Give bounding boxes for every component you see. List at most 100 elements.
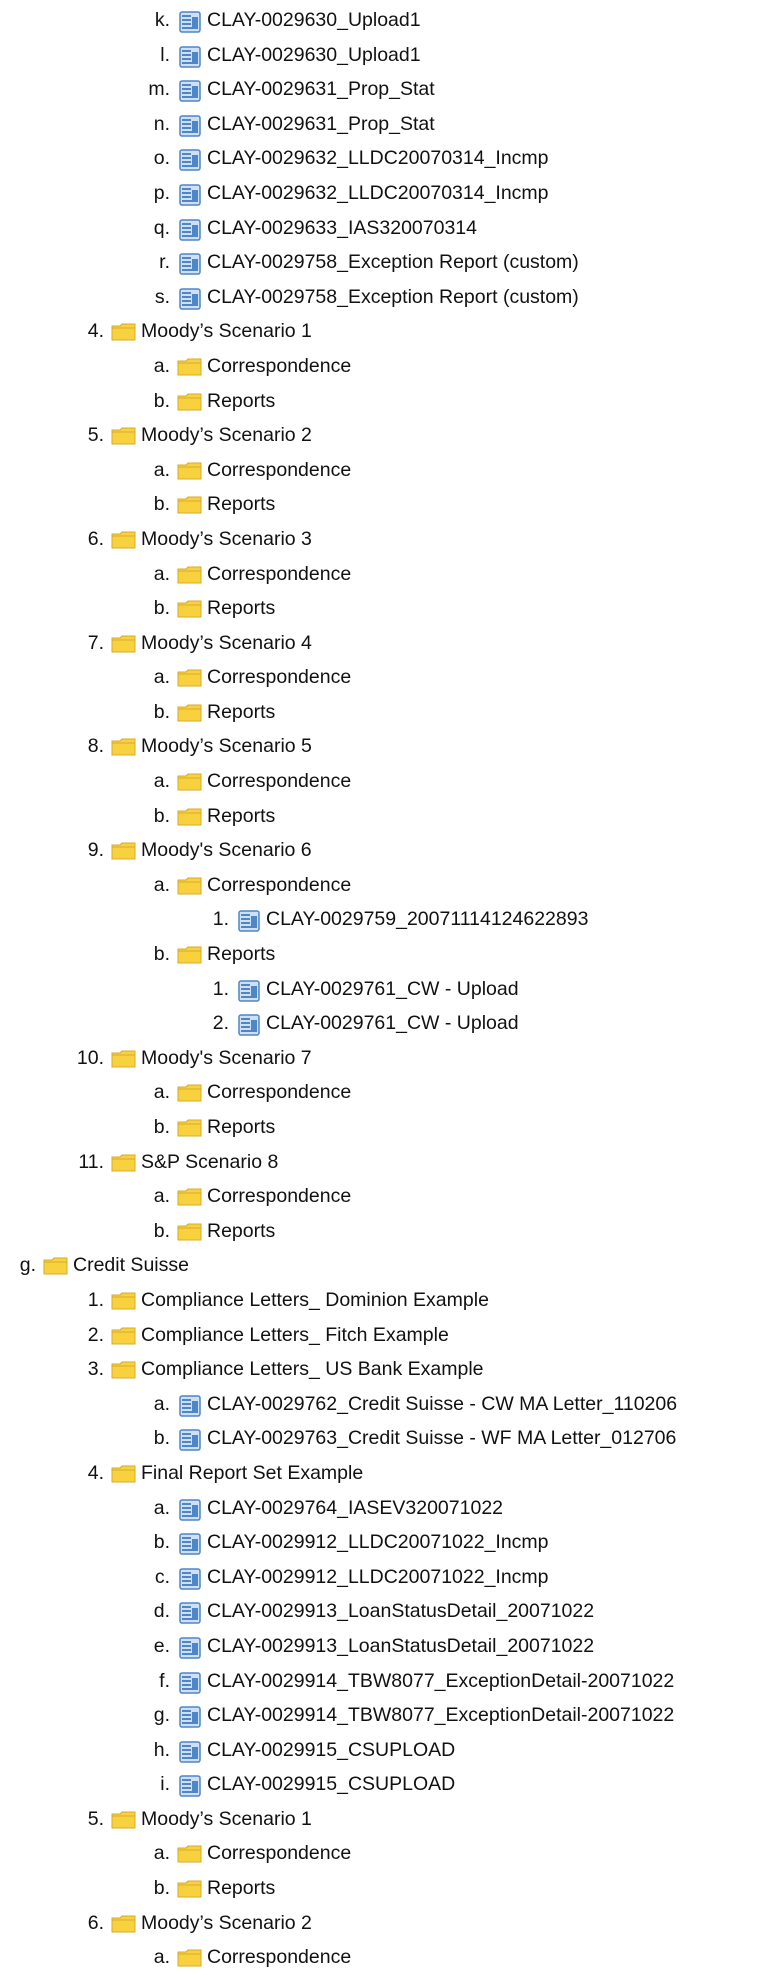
folder-item[interactable]: a. Correspondence [0, 764, 769, 799]
folder-icon [111, 426, 137, 448]
folder-item[interactable]: b. Reports [0, 1110, 769, 1145]
folder-item[interactable]: 8. Moody’s Scenario 5 [0, 729, 769, 764]
folder-item[interactable]: b. Reports [0, 384, 769, 419]
folder-item[interactable]: a. Correspondence [0, 1836, 769, 1871]
list-marker: b. [153, 597, 170, 620]
folder-item[interactable]: 6. Moody’s Scenario 3 [0, 522, 769, 557]
item-label: CLAY-0029631_Prop_Stat [207, 78, 435, 101]
item-label: CLAY-0029632_LLDC20070314_Incmp [207, 181, 549, 204]
folder-item[interactable]: a. Correspondence [0, 349, 769, 384]
folder-icon [111, 1360, 137, 1382]
item-label: Compliance Letters_ US Bank Example [141, 1358, 484, 1381]
document-item[interactable]: b. CLAY-0029763_Credit Suisse - WF MA Let… [0, 1421, 769, 1456]
folder-item[interactable]: b. Reports [0, 487, 769, 522]
item-label: CLAY-0029761_CW - Upload [266, 1012, 519, 1035]
document-icon [177, 288, 203, 310]
folder-item[interactable]: 7. Moody’s Scenario 4 [0, 626, 769, 661]
document-icon [236, 910, 262, 933]
folder-item[interactable]: 5. Moody’s Scenario 2 [0, 418, 769, 453]
folder-item[interactable]: a. Correspondence [0, 660, 769, 695]
document-item[interactable]: f. CLAY-0029914_TBW8077_ExceptionDetail-2… [0, 1664, 769, 1699]
folder-icon [111, 1049, 137, 1071]
folder-item[interactable]: 11. S&P Scenario 8 [0, 1145, 769, 1180]
folder-item[interactable]: 5. Moody’s Scenario 1 [0, 1802, 769, 1837]
list-marker: f. [159, 1669, 170, 1692]
item-label: Correspondence [207, 1081, 352, 1104]
folder-icon [177, 945, 203, 967]
item-label: Credit Suisse [73, 1254, 189, 1277]
list-marker: 2. [87, 1323, 104, 1346]
list-marker: a. [153, 1946, 170, 1969]
document-item[interactable]: 1. CLAY-0029759_20071114124622893 [0, 902, 769, 937]
folder-item[interactable]: 2. Compliance Letters_ Fitch Example [0, 1318, 769, 1353]
document-icon [236, 1014, 262, 1036]
item-label: CLAY-0029764_IASEV320071022 [207, 1496, 504, 1519]
list-marker: 2. [212, 1012, 229, 1035]
folder-item[interactable]: 3. Compliance Letters_ US Bank Example [0, 1352, 769, 1387]
document-item[interactable]: i. CLAY-0029915_CSUPLOAD [0, 1767, 769, 1802]
document-item[interactable]: l. CLAY-0029630_Upload1 [0, 38, 769, 73]
item-label: Moody’s Scenario 1 [141, 320, 312, 343]
folder-item[interactable]: 9. Moody's Scenario 6 [0, 833, 769, 868]
document-item[interactable]: c. CLAY-0029912_LLDC20071022_Incmp [0, 1560, 769, 1595]
list-marker: o. [153, 147, 170, 170]
folder-item[interactable]: 4. Moody’s Scenario 1 [0, 314, 769, 349]
document-item[interactable]: r. CLAY-0029758_Exception Report (custom) [0, 245, 769, 280]
folder-item[interactable]: b. Reports [0, 799, 769, 834]
folder-item[interactable]: a. Correspondence [0, 557, 769, 592]
item-label: Moody’s Scenario 5 [141, 735, 312, 758]
list-marker: 5. [87, 424, 104, 447]
document-item[interactable]: e. CLAY-0029913_LoanStatusDetail_20071022 [0, 1629, 769, 1664]
list-marker: n. [153, 112, 170, 135]
document-item[interactable]: b. CLAY-0029912_LLDC20071022_Incmp [0, 1525, 769, 1560]
folder-item[interactable]: b. Reports [0, 591, 769, 626]
folder-icon [177, 357, 203, 379]
folder-item[interactable]: g. Credit Suisse [0, 1248, 769, 1283]
folder-item[interactable]: 6. Moody’s Scenario 2 [0, 1906, 769, 1941]
item-label: CLAY-0029915_CSUPLOAD [207, 1738, 456, 1761]
document-icon [177, 1567, 203, 1590]
item-label: Final Report Set Example [141, 1461, 364, 1484]
document-item[interactable]: m. CLAY-0029631_Prop_Stat [0, 72, 769, 107]
document-item[interactable]: k. CLAY-0029630_Upload1 [0, 3, 769, 38]
folder-icon [177, 461, 203, 483]
folder-item[interactable]: a. Correspondence [0, 868, 769, 903]
item-label: Reports [207, 493, 276, 516]
folder-icon [111, 737, 137, 759]
document-item[interactable]: 2. CLAY-0029761_CW - Upload [0, 1006, 769, 1041]
document-item[interactable]: d. CLAY-0029913_LoanStatusDetail_20071022 [0, 1594, 769, 1629]
folder-item[interactable]: 10. Moody's Scenario 7 [0, 1041, 769, 1076]
document-item[interactable]: p. CLAY-0029632_LLDC20070314_Incmp [0, 176, 769, 211]
folder-item[interactable]: b. Reports [0, 937, 769, 972]
list-marker: l. [160, 43, 170, 66]
item-label: Correspondence [207, 770, 352, 793]
document-item[interactable]: h. CLAY-0029915_CSUPLOAD [0, 1733, 769, 1768]
document-item[interactable]: s. CLAY-0029758_Exception Report (custom) [0, 280, 769, 315]
folder-item[interactable]: a. Correspondence [0, 1075, 769, 1110]
document-icon [177, 1395, 203, 1417]
document-item[interactable]: n. CLAY-0029631_Prop_Stat [0, 107, 769, 142]
folder-item[interactable]: 4. Final Report Set Example [0, 1456, 769, 1491]
folder-item[interactable]: a. Correspondence [0, 1940, 769, 1975]
folder-item[interactable]: a. Correspondence [0, 453, 769, 488]
document-item[interactable]: a. CLAY-0029764_IASEV320071022 [0, 1491, 769, 1526]
list-marker: 1. [212, 977, 229, 1000]
folder-icon [111, 1291, 137, 1313]
folder-icon [177, 668, 203, 690]
document-icon [177, 11, 203, 33]
document-item[interactable]: a. CLAY-0029762_Credit Suisse - CW MA Let… [0, 1387, 769, 1422]
document-item[interactable]: 1. CLAY-0029761_CW - Upload [0, 972, 769, 1007]
item-label: Correspondence [207, 458, 352, 481]
item-label: Compliance Letters_ Fitch Example [141, 1323, 449, 1346]
document-item[interactable]: q. CLAY-0029633_IAS320070314 [0, 211, 769, 246]
folder-item[interactable]: a. Correspondence [0, 1179, 769, 1214]
folder-item[interactable]: b. Reports [0, 1214, 769, 1249]
folder-item[interactable]: 1. Compliance Letters_ Dominion Example [0, 1283, 769, 1318]
document-icon [177, 1706, 203, 1728]
list-marker: a. [153, 354, 170, 377]
list-marker: a. [153, 458, 170, 481]
document-item[interactable]: g. CLAY-0029914_TBW8077_ExceptionDetail-2… [0, 1698, 769, 1733]
document-item[interactable]: o. CLAY-0029632_LLDC20070314_Incmp [0, 141, 769, 176]
folder-item[interactable]: b. Reports [0, 1871, 769, 1906]
folder-item[interactable]: b. Reports [0, 695, 769, 730]
